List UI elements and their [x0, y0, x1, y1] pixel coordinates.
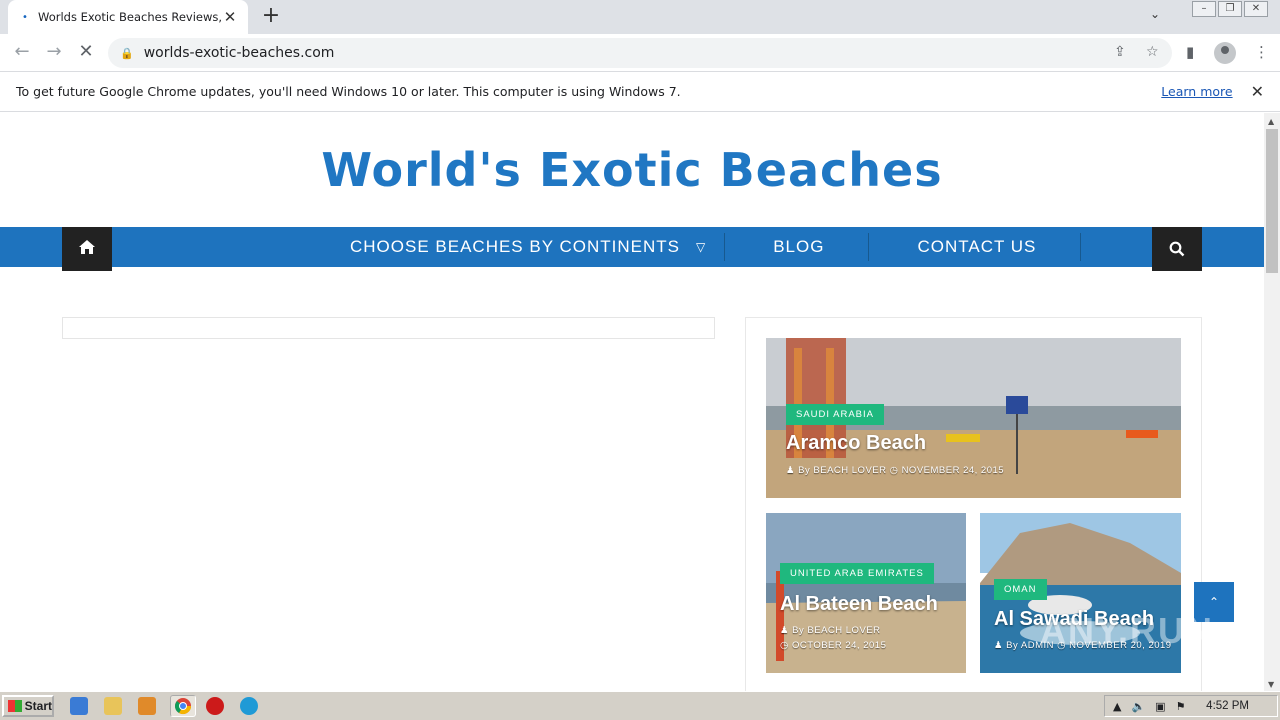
taskbar: Start ▲ 🔈 ▣ ⚑ 4:52 PM	[0, 691, 1280, 720]
clock-icon: ◷	[780, 640, 789, 651]
system-tray: ▲ 🔈 ▣ ⚑ 4:52 PM	[1104, 695, 1278, 717]
tab-title: Worlds Exotic Beaches Reviews, Tra	[38, 10, 222, 24]
tab-search-chevron-icon[interactable]: ⌄	[1150, 7, 1160, 21]
user-icon: ♟	[786, 465, 796, 476]
nav-item-contact-label: CONTACT US	[917, 237, 1037, 256]
nav-item-continents[interactable]: CHOOSE BEACHES BY CONTINENTS ▽	[332, 233, 726, 261]
post-author[interactable]: BEACH LOVER	[807, 625, 880, 636]
minimize-button[interactable]: –	[1192, 1, 1216, 17]
side-panel-icon[interactable]: ▮	[1186, 43, 1194, 61]
profile-avatar[interactable]	[1214, 42, 1236, 64]
chevron-down-icon: ▽	[695, 240, 707, 254]
page-scrollbar[interactable]: ▲ ▼	[1264, 113, 1280, 691]
site-logo[interactable]: World's Exotic Beaches	[0, 143, 1264, 197]
media-player-icon[interactable]	[138, 697, 156, 715]
scrollbar-thumb[interactable]	[1266, 129, 1278, 273]
main-navigation: CHOOSE BEACHES BY CONTINENTS ▽ BLOG CONT…	[0, 227, 1264, 271]
post-by: By	[1006, 640, 1019, 651]
lock-icon[interactable]: 🔒	[120, 47, 134, 60]
ie-icon[interactable]	[70, 697, 88, 715]
post-category[interactable]: SAUDI ARABIA	[786, 404, 884, 425]
bookmark-star-icon[interactable]: ☆	[1146, 44, 1159, 60]
windows-flag-icon	[8, 700, 22, 712]
window-controls: – ❐ ✕	[1190, 1, 1268, 17]
close-infobar-icon[interactable]: ✕	[1251, 82, 1264, 101]
search-icon	[1169, 241, 1185, 257]
url-text[interactable]: worlds-exotic-beaches.com	[144, 45, 335, 61]
post-meta-date: ◷ OCTOBER 24, 2015	[780, 640, 886, 651]
update-infobar: To get future Google Chrome updates, you…	[0, 72, 1280, 112]
chrome-icon	[174, 698, 192, 715]
post-category[interactable]: OMAN	[994, 579, 1047, 600]
volume-icon[interactable]: 🔈	[1131, 700, 1145, 713]
tab-strip: • Worlds Exotic Beaches Reviews, Tra ✕ +…	[0, 0, 1280, 34]
post-card-aramco[interactable]: SAUDI ARABIA Aramco Beach ♟ By BEACH LOV…	[766, 338, 1181, 498]
start-label: Start	[24, 699, 52, 713]
scroll-down-arrow-icon[interactable]: ▼	[1268, 680, 1274, 689]
close-tab-icon[interactable]: ✕	[222, 8, 238, 26]
menu-kebab-icon[interactable]: ⋮	[1254, 43, 1269, 61]
post-card-al-bateen[interactable]: UNITED ARAB EMIRATES Al Bateen Beach ♟ B…	[766, 513, 966, 673]
post-date: OCTOBER 24, 2015	[791, 640, 887, 651]
action-center-flag-icon[interactable]: ⚑	[1176, 700, 1186, 713]
show-hidden-icons-icon[interactable]: ▲	[1113, 700, 1121, 713]
start-button[interactable]: Start	[2, 695, 54, 717]
new-tab-button[interactable]: +	[258, 4, 284, 30]
nav-item-blog-label: BLOG	[773, 237, 825, 256]
search-button[interactable]	[1152, 227, 1202, 271]
post-date: NOVEMBER 24, 2015	[901, 465, 1005, 476]
post-author[interactable]: BEACH LOVER	[813, 465, 886, 476]
content-placeholder	[62, 317, 715, 339]
post-by: By	[792, 625, 805, 636]
home-icon	[79, 240, 95, 254]
clock-time[interactable]: 4:52 PM	[1206, 700, 1249, 712]
stop-loading-icon[interactable]: ✕	[74, 42, 98, 64]
user-icon: ♟	[994, 640, 1004, 651]
chevron-up-icon: ⌃	[1208, 595, 1220, 609]
post-title[interactable]: Al Bateen Beach	[780, 593, 938, 616]
infobar-message: To get future Google Chrome updates, you…	[16, 84, 681, 99]
post-meta: ♟ By BEACH LOVER	[780, 625, 880, 636]
scroll-up-arrow-icon[interactable]: ▲	[1268, 117, 1274, 126]
nav-item-continents-label: CHOOSE BEACHES BY CONTINENTS	[350, 237, 680, 256]
nav-item-contact[interactable]: CONTACT US	[869, 233, 1082, 261]
address-bar[interactable]: 🔒 worlds-exotic-beaches.com ⇪ ☆	[108, 38, 1172, 68]
post-title[interactable]: Aramco Beach	[786, 432, 926, 455]
back-icon[interactable]: ←	[10, 42, 34, 64]
network-icon[interactable]: ▣	[1155, 700, 1165, 713]
nav-menu: CHOOSE BEACHES BY CONTINENTS ▽ BLOG CONT…	[332, 227, 1082, 267]
learn-more-link[interactable]: Learn more	[1161, 84, 1232, 99]
user-icon: ♟	[780, 625, 790, 636]
clock-icon: ◷	[889, 465, 899, 476]
watermark: ANY.RUN	[1040, 610, 1215, 651]
explorer-folder-icon[interactable]	[104, 697, 122, 715]
loading-dot-icon: •	[22, 11, 28, 23]
post-category[interactable]: UNITED ARAB EMIRATES	[780, 563, 934, 584]
forward-icon[interactable]: →	[42, 42, 66, 64]
post-meta: ♟ By BEACH LOVER ◷ NOVEMBER 24, 2015	[786, 465, 1004, 476]
toolbar: ← → ✕ 🔒 worlds-exotic-beaches.com ⇪ ☆ ▮ …	[0, 34, 1280, 72]
browser-tab[interactable]: • Worlds Exotic Beaches Reviews, Tra ✕	[8, 0, 248, 34]
post-by: By	[798, 465, 811, 476]
edge-icon[interactable]	[240, 697, 258, 715]
close-window-button[interactable]: ✕	[1244, 1, 1268, 17]
chrome-task-button[interactable]	[170, 695, 196, 717]
restore-button[interactable]: ❐	[1218, 1, 1242, 17]
opera-icon[interactable]	[206, 697, 224, 715]
share-icon[interactable]: ⇪	[1114, 44, 1126, 60]
nav-item-blog[interactable]: BLOG	[725, 233, 870, 261]
home-button[interactable]	[62, 227, 112, 271]
